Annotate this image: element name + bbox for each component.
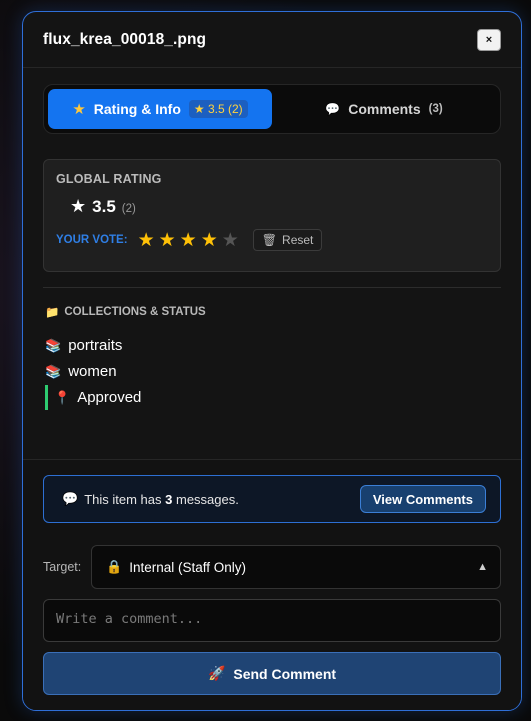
- collections-section: 📁 COLLECTIONS & STATUS 📚 portraits 📚 wom…: [45, 305, 495, 410]
- folder-icon: 📁: [45, 307, 60, 319]
- messages-notice: 💬 This item has 3 messages. View Comment…: [43, 475, 501, 523]
- target-row: Target: 🔒 Internal (Staff Only) ▲: [43, 545, 501, 589]
- books-icon: 📚: [45, 363, 62, 379]
- target-label: Target:: [43, 560, 82, 574]
- send-comment-button[interactable]: 🚀 Send Comment: [43, 652, 501, 695]
- rocket-icon: 🚀: [207, 665, 226, 681]
- collection-label: portraits: [68, 337, 123, 354]
- close-button[interactable]: ×: [477, 28, 501, 51]
- comment-panel: 💬 This item has 3 messages. View Comment…: [23, 459, 521, 710]
- vote-stars: ★ ★ ★ ★ ★: [138, 231, 239, 250]
- rating-card: GLOBAL RATING ★ 3.5 (2) YOUR VOTE: ★ ★ ★ ★ ★…: [43, 159, 501, 272]
- vote-star-2[interactable]: ★: [159, 231, 176, 250]
- collection-label: women: [68, 363, 117, 380]
- your-vote-row: YOUR VOTE: ★ ★ ★ ★ ★ 🗑 Reset: [56, 229, 488, 251]
- caret-up-icon: ▲: [477, 561, 488, 573]
- modal-title: flux_krea_00018_.png: [43, 30, 207, 48]
- target-value-text: Internal (Staff Only): [129, 559, 246, 575]
- your-vote-label: YOUR VOTE:: [56, 234, 128, 246]
- tab-comments-label: Comments: [348, 101, 421, 117]
- tab-bar: ★ Rating & Info ★ 3.5 (2) 💬 Comments (3): [43, 84, 501, 134]
- pin-icon: 📍: [54, 389, 71, 405]
- vote-star-4[interactable]: ★: [201, 231, 218, 250]
- messages-suffix: messages.: [175, 491, 239, 507]
- vote-star-5[interactable]: ★: [222, 231, 239, 250]
- image-details-modal: flux_krea_00018_.png × ★ Rating & Info ★…: [22, 11, 522, 711]
- tab-rating-info-label: Rating & Info: [93, 101, 181, 117]
- view-comments-button[interactable]: View Comments: [359, 485, 486, 513]
- tab-comments[interactable]: 💬 Comments (3): [272, 89, 496, 129]
- vote-star-1[interactable]: ★: [138, 231, 155, 250]
- global-rating-number: 3.5: [92, 197, 116, 216]
- section-divider: [43, 287, 501, 288]
- target-select[interactable]: 🔒 Internal (Staff Only) ▲: [91, 545, 501, 589]
- messages-prefix: This item has: [84, 491, 162, 507]
- target-value: 🔒 Internal (Staff Only): [106, 559, 246, 575]
- collections-title: 📁 COLLECTIONS & STATUS: [45, 305, 495, 319]
- reset-vote-button[interactable]: 🗑 Reset: [252, 229, 323, 251]
- status-approved: 📍 Approved: [45, 385, 495, 410]
- messages-count: 3: [165, 491, 173, 507]
- global-rating-value: ★ 3.5 (2): [70, 196, 488, 217]
- reset-label: Reset: [282, 233, 314, 247]
- collections-title-text: COLLECTIONS & STATUS: [64, 306, 206, 318]
- trash-icon: 🗑: [261, 233, 278, 247]
- tab-rating-info[interactable]: ★ Rating & Info ★ 3.5 (2): [48, 89, 272, 129]
- comment-input[interactable]: [43, 599, 501, 642]
- global-rating-count: (2): [121, 203, 136, 215]
- collection-item-portraits[interactable]: 📚 portraits: [45, 333, 495, 358]
- lock-icon: 🔒: [106, 559, 123, 574]
- collections-list: 📚 portraits 📚 women 📍 Approved: [45, 333, 495, 410]
- status-label: Approved: [77, 389, 142, 406]
- speech-bubble-icon: 💬: [62, 491, 79, 506]
- collection-item-women[interactable]: 📚 women: [45, 359, 495, 384]
- global-rating-label: GLOBAL RATING: [56, 172, 162, 186]
- books-icon: 📚: [45, 337, 62, 353]
- vote-star-3[interactable]: ★: [180, 231, 197, 250]
- send-comment-label: Send Comment: [233, 665, 337, 682]
- rating-badge: ★ 3.5 (2): [188, 100, 248, 118]
- star-icon: ★: [70, 196, 87, 216]
- speech-bubble-icon: 💬: [325, 102, 341, 116]
- messages-text: 💬 This item has 3 messages.: [62, 491, 239, 507]
- modal-header: flux_krea_00018_.png ×: [23, 12, 521, 68]
- comments-count: (3): [428, 103, 443, 115]
- star-icon: ★: [72, 101, 86, 118]
